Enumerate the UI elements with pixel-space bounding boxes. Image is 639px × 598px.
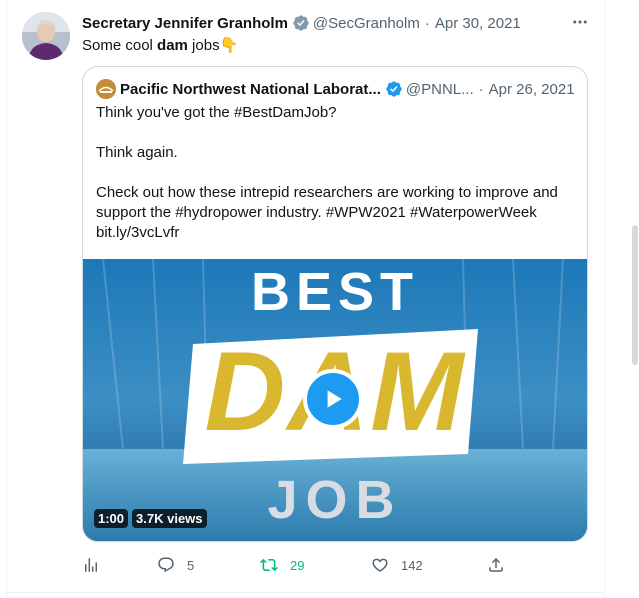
scrollbar[interactable]: [632, 225, 638, 365]
quoted-text-line[interactable]: bit.ly/3vcLvfr: [96, 223, 576, 243]
share-button[interactable]: [487, 556, 505, 574]
share-icon: [489, 557, 503, 572]
play-icon: [327, 390, 342, 408]
retweet-icon: [260, 558, 278, 572]
author-avatar[interactable]: [22, 12, 70, 60]
quoted-author-handle[interactable]: @PNNL...: [406, 81, 474, 98]
video-badges: 1:00 3.7K views: [94, 509, 207, 528]
tweet-header: Secretary Jennifer Granholm @SecGranholm…: [82, 12, 594, 34]
quoted-text-line: support the #hydropower industry. #WPW20…: [96, 204, 537, 221]
tweet-text: Some cool dam jobs👇: [82, 36, 238, 56]
frame-bottom-border: [6, 592, 605, 593]
quoted-author-name[interactable]: Pacific Northwest National Laborat...: [120, 81, 381, 98]
retweet-button[interactable]: 29: [260, 556, 304, 574]
quoted-tweet-text: Think you've got the #BestDamJob? Think …: [96, 103, 576, 243]
quoted-tweet[interactable]: Pacific Northwest National Laborat... @P…: [82, 66, 588, 542]
reply-icon: [158, 557, 174, 573]
pointing-down-emoji: 👇: [219, 37, 239, 54]
tweet-date[interactable]: Apr 30, 2021: [435, 15, 521, 32]
reply-count: 5: [187, 557, 195, 573]
frame-right-border: [604, 0, 605, 598]
retweet-count: 29: [290, 557, 305, 573]
verified-badge-icon: [386, 81, 402, 97]
quoted-text-line: Think again.: [96, 144, 178, 161]
video-duration: 1:00: [94, 509, 129, 528]
quoted-text-line: Think you've got the #BestDamJob?: [96, 104, 337, 121]
verified-badge-icon: [293, 15, 309, 31]
like-count: 142: [401, 557, 423, 573]
quoted-header-separator: ·: [478, 80, 484, 98]
like-button[interactable]: 142: [371, 556, 423, 574]
video-headline-top: BEST: [250, 262, 420, 322]
like-icon: [372, 558, 388, 572]
tweet-text-start: Some cool: [82, 37, 158, 54]
analytics-icon: [85, 558, 97, 572]
tweet-text-end: jobs: [187, 37, 220, 54]
reply-button[interactable]: 5: [157, 556, 194, 574]
quoted-text-line: Check out how these intrepid researchers…: [96, 184, 558, 201]
more-icon[interactable]: [570, 12, 590, 32]
video-views: 3.7K views: [132, 509, 207, 528]
frame-left-border: [6, 0, 7, 598]
video-player[interactable]: BEST DAM JOB 1:00 3.7K views: [83, 259, 587, 541]
quoted-author-avatar[interactable]: [96, 79, 116, 99]
tweet-actions: 5 29 142: [82, 556, 512, 576]
quoted-tweet-header: Pacific Northwest National Laborat... @P…: [96, 78, 576, 100]
play-button[interactable]: [303, 369, 363, 429]
quoted-tweet-date[interactable]: Apr 26, 2021: [489, 81, 575, 98]
tweet-text-bold: dam: [157, 37, 188, 54]
analytics-button[interactable]: [82, 556, 100, 574]
author-handle[interactable]: @SecGranholm: [313, 15, 420, 32]
header-separator: ·: [424, 14, 430, 32]
author-name[interactable]: Secretary Jennifer Granholm: [82, 15, 288, 32]
